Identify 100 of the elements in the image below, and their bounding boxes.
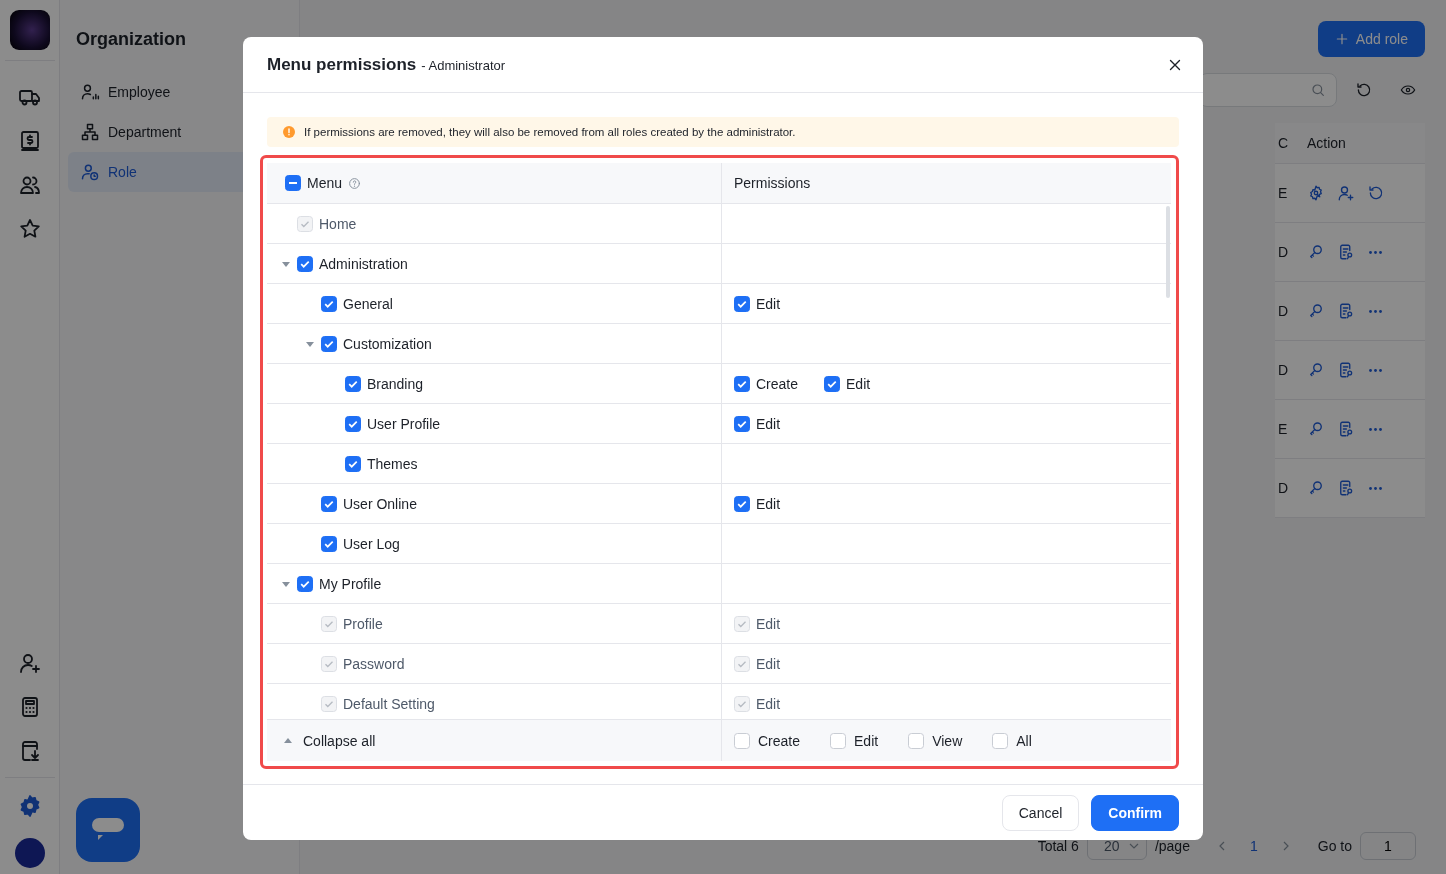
checkbox[interactable] bbox=[297, 255, 313, 272]
menu-item-label: Themes bbox=[367, 455, 418, 472]
checkbox[interactable] bbox=[297, 575, 313, 592]
cancel-button[interactable]: Cancel bbox=[1001, 794, 1080, 831]
table-cell-text: E bbox=[1277, 185, 1289, 201]
go-to-field[interactable]: 1 bbox=[1360, 832, 1416, 860]
checkbox[interactable] bbox=[321, 535, 337, 552]
warning-icon bbox=[283, 126, 295, 138]
permission-label: Edit bbox=[756, 695, 781, 712]
menu-item-label: User Profile bbox=[367, 415, 441, 432]
permission-label: Edit bbox=[756, 615, 781, 632]
key-icon bbox=[1307, 479, 1325, 497]
table-cell-text: D bbox=[1277, 303, 1290, 319]
department-icon bbox=[80, 122, 100, 142]
document-edit-icon bbox=[1337, 479, 1355, 497]
key-icon bbox=[1307, 361, 1325, 379]
checkbox[interactable] bbox=[734, 295, 750, 312]
gear-search-button[interactable] bbox=[1307, 184, 1325, 202]
user-plus-icon[interactable] bbox=[17, 651, 42, 675]
key-button[interactable] bbox=[1307, 302, 1325, 320]
per-page-label: /page bbox=[1154, 838, 1190, 854]
scrollbar-thumb[interactable] bbox=[1166, 206, 1170, 298]
document-edit-icon bbox=[1337, 420, 1355, 438]
key-icon bbox=[1307, 243, 1325, 261]
menu-item-label: General bbox=[343, 295, 393, 312]
more-button[interactable] bbox=[1367, 309, 1384, 313]
more-icon bbox=[1369, 250, 1382, 254]
document-edit-button[interactable] bbox=[1337, 361, 1355, 379]
star-icon[interactable] bbox=[17, 217, 42, 241]
document-edit-button[interactable] bbox=[1337, 243, 1355, 261]
key-button[interactable] bbox=[1307, 243, 1325, 261]
checkbox[interactable] bbox=[734, 495, 750, 512]
checkbox[interactable] bbox=[345, 375, 361, 392]
document-edit-button[interactable] bbox=[1337, 420, 1355, 438]
checkbox[interactable] bbox=[321, 335, 337, 352]
sidebar-item[interactable]: Employee bbox=[68, 72, 291, 112]
more-icon bbox=[1369, 309, 1382, 313]
permission-label: All bbox=[1016, 732, 1032, 749]
employee-icon bbox=[80, 82, 100, 102]
dialog-title: Menu permissions bbox=[267, 54, 417, 75]
menu-item-label: My Profile bbox=[319, 575, 382, 592]
chat-button[interactable] bbox=[76, 798, 140, 862]
document-edit-icon bbox=[1337, 302, 1355, 320]
sidebar-item[interactable]: Department bbox=[68, 112, 291, 152]
checkbox[interactable] bbox=[321, 295, 337, 312]
key-button[interactable] bbox=[1307, 361, 1325, 379]
permission-label: Edit bbox=[756, 415, 781, 432]
menu-item-label: Default Setting bbox=[343, 695, 435, 712]
go-to-label: Go to bbox=[1317, 838, 1352, 854]
key-icon bbox=[1307, 420, 1325, 438]
table-cell-text: E bbox=[1277, 421, 1289, 437]
checkbox[interactable] bbox=[734, 415, 750, 432]
search-icon bbox=[1310, 82, 1326, 98]
menu-item-label: Customization bbox=[343, 335, 432, 352]
checkbox[interactable] bbox=[321, 495, 337, 512]
more-icon bbox=[1369, 368, 1382, 372]
page-number[interactable]: 1 bbox=[1235, 838, 1272, 854]
select-all-checkbox[interactable] bbox=[285, 175, 301, 191]
user-plus-icon bbox=[1337, 184, 1355, 202]
menu-item-label: User Online bbox=[343, 495, 417, 512]
document-edit-icon bbox=[1337, 243, 1355, 261]
user-avatar[interactable] bbox=[14, 838, 45, 868]
refresh-icon bbox=[1355, 81, 1373, 99]
column-header: C bbox=[1277, 135, 1290, 151]
reset-button[interactable] bbox=[1367, 184, 1385, 202]
user-plus-button[interactable] bbox=[1337, 184, 1355, 202]
permission-label: Edit bbox=[854, 732, 879, 749]
checkbox[interactable] bbox=[734, 375, 750, 392]
gear-search-icon bbox=[1307, 184, 1325, 202]
key-button[interactable] bbox=[1307, 420, 1325, 438]
checkbox[interactable] bbox=[345, 455, 361, 472]
help-icon[interactable] bbox=[348, 176, 362, 190]
table-cell-text: D bbox=[1277, 362, 1290, 378]
menu-item-label: Administration bbox=[319, 255, 408, 272]
chat-bubble-icon bbox=[91, 817, 125, 843]
permission-label: Edit bbox=[756, 655, 781, 672]
more-icon bbox=[1369, 486, 1382, 490]
eye-icon bbox=[1400, 82, 1416, 98]
menu-item-label: Branding bbox=[367, 375, 424, 392]
checkbox[interactable] bbox=[824, 375, 841, 392]
permission-label: View bbox=[932, 732, 963, 749]
menu-item-label: Home bbox=[319, 215, 357, 232]
checkbox[interactable] bbox=[345, 415, 361, 432]
add-role-button[interactable]: Add role bbox=[1317, 21, 1425, 57]
more-button[interactable] bbox=[1367, 250, 1384, 254]
total-count: Total 6 bbox=[1037, 838, 1079, 854]
document-edit-button[interactable] bbox=[1337, 479, 1355, 497]
confirm-button[interactable]: Confirm bbox=[1091, 794, 1179, 831]
menu-item-label: Profile bbox=[343, 615, 383, 632]
more-button[interactable] bbox=[1367, 427, 1384, 431]
app-logo[interactable] bbox=[9, 10, 50, 50]
more-button[interactable] bbox=[1367, 368, 1384, 372]
warning-text: If permissions are removed, they will also be removed from all roles created by the administrator. bbox=[304, 126, 796, 138]
more-button[interactable] bbox=[1367, 486, 1384, 490]
role-icon bbox=[80, 162, 100, 182]
document-edit-button[interactable] bbox=[1337, 302, 1355, 320]
key-button[interactable] bbox=[1307, 479, 1325, 497]
sidebar-title: Organization bbox=[76, 28, 187, 51]
collapse-all-button[interactable]: Collapse all bbox=[283, 732, 376, 749]
column-header: Menu bbox=[307, 175, 343, 191]
